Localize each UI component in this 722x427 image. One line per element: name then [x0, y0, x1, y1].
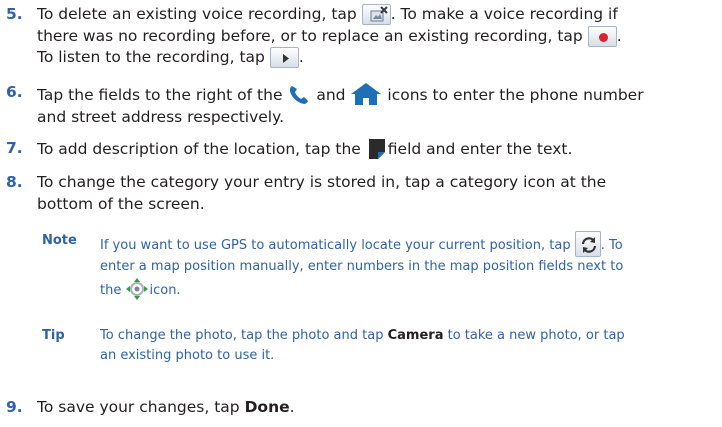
step-text: To delete an existing voice recording, t…	[37, 5, 357, 23]
tip-bold-text: Camera	[387, 328, 444, 343]
step-line: To listen to the recording, tap .	[37, 47, 718, 69]
note-page-icon	[366, 138, 388, 160]
step-text: .	[289, 398, 295, 416]
step-9: 9. To save your changes, tap Done.	[6, 397, 718, 419]
note-line: If you want to use GPS to automatically …	[100, 231, 718, 257]
tip-line: an existing photo to use it.	[100, 347, 275, 363]
tip-line: To change the photo, tap the photo and t…	[100, 326, 718, 346]
note-label: Note	[42, 233, 77, 248]
tip-text: To change the photo, tap the photo and t…	[100, 328, 384, 343]
step-text: field and enter the text.	[387, 140, 573, 158]
step-text: Tap the fields to the right of the	[37, 86, 283, 104]
record-icon	[587, 25, 617, 47]
step-line: Tap the fields to the right of the and i…	[37, 82, 718, 107]
step-text: icons to enter the phone number	[387, 86, 644, 104]
step-text: To listen to the recording, tap	[37, 48, 265, 66]
gps-refresh-icon	[574, 231, 601, 257]
tip-text: to take a new photo, or tap	[447, 328, 625, 343]
manual-page: 5. To delete an existing voice recording…	[0, 0, 722, 427]
step-5: 5. To delete an existing voice recording…	[6, 4, 718, 69]
note-text: the	[100, 282, 122, 298]
step-text: there was no recording before, or to rep…	[37, 26, 583, 45]
delete-recording-icon	[361, 4, 391, 25]
step-line: To save your changes, tap Done.	[37, 397, 718, 419]
note-line: enter a map position manually, enter num…	[100, 259, 624, 274]
note-block: Note If you want to use GPS to automatic…	[42, 231, 718, 301]
step-number: 8.	[6, 173, 23, 191]
play-icon	[269, 47, 299, 68]
step-text: To add description of the location, tap …	[37, 140, 361, 158]
step-number: 7.	[6, 139, 23, 157]
tip-block: Tip To change the photo, tap the photo a…	[42, 326, 718, 365]
step-7: 7. To add description of the location, t…	[6, 138, 718, 161]
step-line: there was no recording before, or to rep…	[37, 25, 718, 48]
step-line: To add description of the location, tap …	[37, 138, 718, 161]
phone-icon	[287, 84, 311, 106]
step-6: 6. Tap the fields to the right of the an…	[6, 82, 718, 128]
step-line: and street address respectively.	[37, 107, 285, 126]
step-line: To delete an existing voice recording, t…	[37, 4, 718, 26]
step-line: bottom of the screen.	[37, 194, 205, 213]
note-text: icon.	[149, 282, 181, 298]
step-text: . To make a voice recording if	[390, 5, 618, 23]
crosshair-icon	[125, 277, 149, 301]
step-text: and	[316, 86, 346, 104]
note-text: If you want to use GPS to automatically …	[100, 238, 571, 253]
note-line: the icon.	[100, 277, 718, 301]
step-line: To change the category your entry is sto…	[37, 173, 607, 191]
note-text: . To	[600, 238, 623, 253]
step-number: 6.	[6, 83, 23, 101]
tip-label: Tip	[42, 328, 65, 343]
step-number: 9.	[6, 398, 23, 416]
step-8: 8. To change the category your entry is …	[6, 172, 718, 215]
step-bold-text: Done	[244, 398, 290, 416]
step-number: 5.	[6, 5, 23, 23]
step-text: To save your changes, tap	[37, 398, 240, 416]
home-icon	[350, 82, 382, 106]
